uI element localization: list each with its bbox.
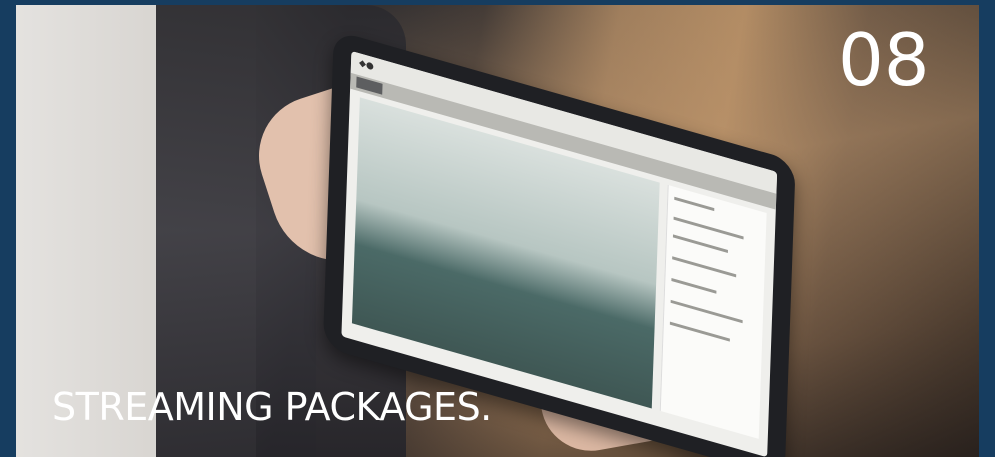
- section-headline: STREAMING PACKAGES.: [52, 385, 492, 429]
- panel-line: [670, 299, 743, 324]
- panel-line: [672, 256, 737, 278]
- blue-frame: ◆● 08 STREAMING PACKAGES.: [0, 0, 995, 457]
- panel-line: [669, 321, 730, 342]
- section-number: 08: [838, 18, 930, 102]
- panel-line: [672, 234, 728, 254]
- panel-line: [671, 278, 717, 294]
- panel-line: [673, 216, 744, 240]
- screen-side-panel: [659, 184, 767, 439]
- panel-line: [674, 196, 715, 212]
- screen-logo-icon: ◆●: [358, 58, 375, 73]
